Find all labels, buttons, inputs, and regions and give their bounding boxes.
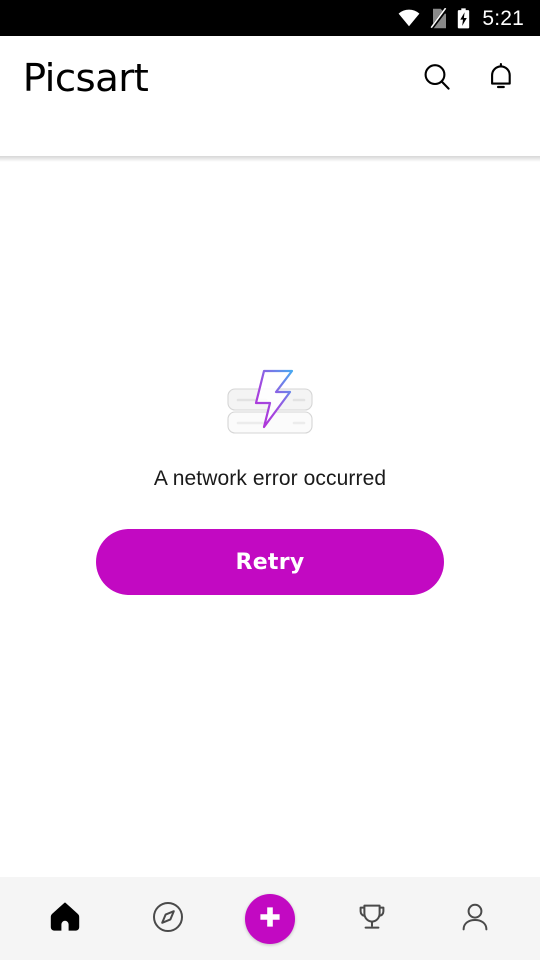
person-icon [458, 900, 492, 937]
sim-card-off-icon [430, 7, 448, 29]
picsart-logo[interactable]: Picsart [22, 56, 149, 100]
status-bar-clock: 5:21 [482, 6, 524, 30]
picsart-app-screen: 5:21 Picsart A network error occurred Re… [0, 0, 540, 960]
sidebar-item-explore[interactable] [132, 889, 204, 949]
main-content: A network error occurred Retry [0, 120, 540, 877]
status-bar: 5:21 [0, 0, 540, 36]
header-actions [420, 61, 518, 95]
retry-button[interactable]: Retry [96, 529, 444, 595]
error-message-text: A network error occurred [153, 467, 387, 490]
notifications-button[interactable] [484, 61, 518, 95]
notifications-bell-icon [486, 61, 516, 96]
sidebar-item-profile[interactable] [439, 889, 511, 949]
compass-icon [151, 900, 185, 937]
picsart-logo-text: Picsart [22, 56, 149, 100]
network-error-server-bolt-illustration [220, 365, 320, 441]
create-fab[interactable] [244, 893, 295, 944]
search-icon [421, 61, 453, 96]
battery-charging-icon [457, 7, 470, 29]
bottom-navigation-bar [0, 877, 540, 960]
search-button[interactable] [420, 61, 454, 95]
app-header: Picsart [0, 36, 540, 162]
plus-icon [257, 904, 283, 933]
trophy-icon [354, 900, 390, 937]
sidebar-item-challenges[interactable] [336, 889, 408, 949]
network-error-state: A network error occurred Retry [0, 365, 540, 595]
sidebar-item-create[interactable] [234, 889, 306, 949]
sidebar-item-home[interactable] [29, 889, 101, 949]
wifi-icon [398, 9, 420, 27]
home-icon [47, 900, 83, 937]
